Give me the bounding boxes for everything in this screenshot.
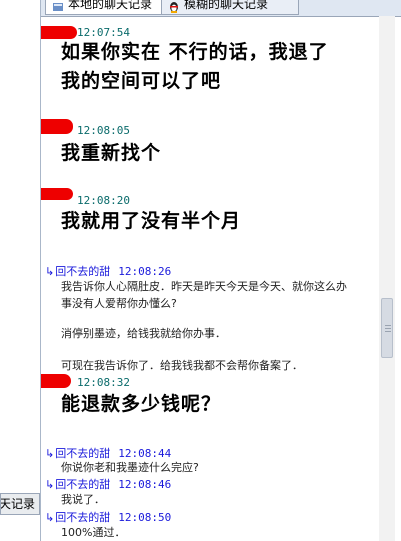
vertical-scrollbar[interactable]: [379, 16, 395, 541]
sender-name: 回不去的甜: [55, 511, 111, 524]
chat-log: 12:07:54 如果你实在 不行的话，我退了 我的空间可以了吧 12:08:0…: [41, 16, 377, 541]
local-history-icon: [52, 0, 64, 11]
message-text: 消停别墨迹，给钱我就给你办事．: [61, 327, 226, 340]
incoming-arrow-icon: ↳: [45, 447, 55, 460]
message-text: 我告诉你人心隔肚皮．昨天是昨天今天是今天、就你这么办: [61, 280, 347, 293]
redacted-username: [41, 374, 71, 388]
message-time: 12:08:32: [77, 376, 130, 389]
chat-history-panel: 本地的聊天记录 模糊的聊天记录 12:07:54 如果你实在 不行的话，我退了 …: [40, 0, 401, 541]
grip-line: [385, 328, 391, 329]
incoming-arrow-icon: ↳: [45, 511, 55, 524]
tab-fuzzy-history-label: 模糊的聊天记录: [184, 0, 269, 11]
message-text: 事没有人爱帮你办懂么?: [61, 297, 177, 310]
tab-local-history[interactable]: 本地的聊天记录: [45, 0, 171, 15]
grip-line: [385, 331, 391, 332]
message-time: 12:08:50: [118, 511, 172, 524]
sender-name: 回不去的甜: [55, 478, 111, 491]
message-text: 我就用了没有半个月: [61, 210, 242, 232]
sender-line: ↳回不去的甜 12:08:46: [45, 476, 171, 492]
scrollbar-thumb[interactable]: [381, 298, 393, 358]
sender-line: ↳回不去的甜 12:08:50: [45, 509, 171, 525]
redacted-username: [41, 188, 73, 200]
message-text: 我说了．: [61, 493, 105, 506]
left-strip: [0, 0, 40, 541]
message-text: 你说你老和我墨迹什么完应?: [61, 461, 199, 474]
message-text: 可现在我告诉你了．给我钱我都不会帮你备案了．: [61, 359, 303, 372]
message-text: 100%通过．: [61, 526, 126, 539]
message-time: 12:08:05: [77, 124, 130, 137]
sender-name: 回不去的甜: [55, 265, 111, 278]
grip-line: [385, 325, 391, 326]
chat-history-button[interactable]: 天记录: [0, 493, 40, 515]
message-time: 12:08:46: [118, 478, 172, 491]
tab-fuzzy-history[interactable]: 模糊的聊天记录: [161, 0, 299, 15]
tab-bar: 本地的聊天记录 模糊的聊天记录: [41, 0, 401, 17]
redacted-username: [41, 119, 73, 134]
message-text: 我重新找个: [61, 142, 162, 164]
message-time: 12:08:20: [77, 194, 130, 207]
message-time: 12:08:26: [118, 265, 172, 278]
penguin-icon: [168, 0, 180, 13]
incoming-arrow-icon: ↳: [45, 478, 55, 491]
message-text: 如果你实在 不行的话，我退了: [61, 41, 329, 63]
message-text: 我的空间可以了吧: [61, 70, 222, 92]
incoming-arrow-icon: ↳: [45, 265, 55, 278]
message-text: 能退款多少钱呢？: [61, 393, 222, 415]
sender-line: ↳回不去的甜 12:08:26: [45, 263, 171, 279]
tab-local-history-label: 本地的聊天记录: [68, 0, 153, 11]
